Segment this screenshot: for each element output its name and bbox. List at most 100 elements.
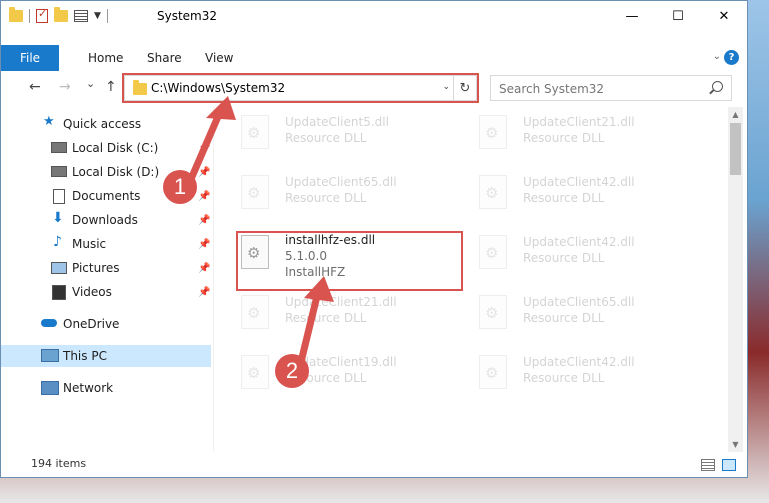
- vertical-scrollbar[interactable]: ▲ ▼: [728, 107, 743, 452]
- file-name: installhfz-es.dll: [285, 233, 376, 247]
- pictures-icon: [51, 262, 67, 274]
- address-path[interactable]: C:\Windows\System32: [151, 81, 285, 95]
- list-item[interactable]: UpdateClient21.dll Resource DLL: [461, 107, 683, 159]
- cloud-icon: [41, 319, 57, 327]
- pc-icon: [41, 349, 59, 362]
- sidebar-item-music[interactable]: ♪ Music 📌: [1, 233, 211, 255]
- help-icon[interactable]: ?: [724, 50, 739, 65]
- close-button[interactable]: ✕: [701, 1, 747, 31]
- sidebar-item-local-disk-c[interactable]: Local Disk (C:) 📌: [1, 137, 211, 159]
- scroll-up-icon[interactable]: ▲: [728, 107, 743, 122]
- file-description: Resource DLL: [285, 131, 367, 145]
- pin-icon[interactable]: 📌: [198, 167, 210, 178]
- details-view-icon[interactable]: [701, 459, 715, 471]
- list-item[interactable]: UpdateClient42.dll Resource DLL: [461, 167, 683, 219]
- drive-icon: [51, 142, 67, 153]
- list-item[interactable]: UpdateClient19.dll Resource DLL: [223, 347, 445, 399]
- expand-ribbon-icon[interactable]: ⌄: [713, 51, 721, 62]
- back-button[interactable]: ←: [29, 79, 41, 95]
- search-input[interactable]: [497, 79, 701, 99]
- file-name: UpdateClient42.dll: [523, 175, 635, 189]
- dll-file-icon: [479, 295, 507, 329]
- scroll-thumb[interactable]: [730, 123, 741, 175]
- item-count: 194 items: [31, 457, 87, 470]
- file-name: UpdateClient21.dll: [285, 295, 397, 309]
- tab-file[interactable]: File: [1, 45, 59, 71]
- tab-view[interactable]: View: [205, 51, 233, 65]
- pane-divider[interactable]: [213, 107, 214, 452]
- navigation-bar: ← → ⌄ ↑ C:\Windows\System32 ⌄ ↻: [1, 73, 747, 103]
- file-list: UpdateClient5.dll Resource DLL UpdateCli…: [223, 107, 728, 452]
- sidebar-item-quick-access[interactable]: ★ Quick access: [1, 113, 211, 135]
- new-folder-icon[interactable]: [54, 7, 68, 22]
- list-item[interactable]: UpdateClient42.dll Resource DLL: [461, 227, 683, 279]
- sidebar-item-label: Local Disk (D:): [72, 165, 160, 179]
- maximize-button[interactable]: ☐: [655, 1, 701, 31]
- pin-icon[interactable]: 📌: [198, 191, 210, 202]
- navigation-pane: ★ Quick access Local Disk (C:) 📌 Local D…: [1, 107, 213, 447]
- folder-icon: [133, 80, 147, 95]
- file-name: UpdateClient65.dll: [285, 175, 397, 189]
- dll-file-icon: [241, 115, 269, 149]
- sidebar-item-pictures[interactable]: Pictures 📌: [1, 257, 211, 279]
- view-toggle-icon[interactable]: [74, 10, 88, 22]
- forward-button[interactable]: →: [59, 79, 71, 95]
- address-bar[interactable]: C:\Windows\System32 ⌄ ↻: [124, 75, 477, 101]
- list-item[interactable]: UpdateClient21.dll Resource DLL: [223, 287, 445, 339]
- recent-locations-button[interactable]: ⌄: [86, 77, 95, 90]
- sidebar-item-label: Videos: [72, 285, 112, 299]
- list-item[interactable]: UpdateClient5.dll Resource DLL: [223, 107, 445, 159]
- pin-icon[interactable]: 📌: [198, 215, 210, 226]
- sidebar-item-label: Quick access: [63, 117, 142, 131]
- dll-file-icon: [479, 355, 507, 389]
- sidebar-item-network[interactable]: Network: [1, 377, 211, 399]
- pin-icon[interactable]: 📌: [198, 263, 210, 274]
- sidebar-item-label: Documents: [72, 189, 141, 203]
- list-item-installhfz[interactable]: installhfz-es.dll 5.1.0.0 InstallHFZ: [223, 227, 445, 285]
- step-1-badge: 1: [163, 170, 197, 204]
- dll-file-icon: [241, 175, 269, 209]
- address-dropdown-icon[interactable]: ⌄: [442, 82, 450, 92]
- sidebar-item-onedrive[interactable]: OneDrive: [1, 313, 211, 335]
- file-name: UpdateClient5.dll: [285, 115, 389, 129]
- videos-icon: [52, 285, 66, 300]
- large-icons-view-icon[interactable]: [722, 459, 736, 471]
- file-description: Resource DLL: [523, 131, 605, 145]
- sidebar-item-label: Downloads: [72, 213, 138, 227]
- folder-icon[interactable]: [9, 7, 23, 22]
- pin-icon[interactable]: 📌: [198, 239, 210, 250]
- file-description: Resource DLL: [285, 311, 367, 325]
- list-item[interactable]: UpdateClient65.dll Resource DLL: [223, 167, 445, 219]
- pin-icon[interactable]: 📌: [198, 287, 210, 298]
- dll-file-icon: [241, 235, 269, 269]
- sidebar-item-label: Music: [72, 237, 107, 251]
- dll-file-icon: [479, 235, 507, 269]
- status-bar: 194 items: [1, 453, 747, 477]
- list-item[interactable]: UpdateClient42.dll Resource DLL: [461, 347, 683, 399]
- properties-icon[interactable]: [36, 7, 48, 23]
- tab-share[interactable]: Share: [147, 51, 182, 65]
- dll-file-icon: [479, 175, 507, 209]
- search-icon[interactable]: [712, 81, 723, 92]
- sidebar-item-downloads[interactable]: ⬇ Downloads 📌: [1, 209, 211, 231]
- sidebar-item-this-pc[interactable]: This PC: [1, 345, 211, 367]
- pin-icon[interactable]: 📌: [198, 143, 210, 154]
- sidebar-item-label: Pictures: [72, 261, 120, 275]
- search-box[interactable]: [490, 75, 732, 101]
- file-description: Resource DLL: [285, 191, 367, 205]
- dll-file-icon: [479, 115, 507, 149]
- up-button[interactable]: ↑: [105, 79, 117, 95]
- scroll-down-icon[interactable]: ▼: [728, 437, 743, 452]
- tab-home[interactable]: Home: [88, 51, 123, 65]
- file-name: UpdateClient42.dll: [523, 235, 635, 249]
- list-item[interactable]: UpdateClient65.dll Resource DLL: [461, 287, 683, 339]
- customize-toolbar-icon[interactable]: ▼: [94, 11, 101, 21]
- dll-file-icon: [241, 355, 269, 389]
- minimize-button[interactable]: —: [609, 1, 655, 31]
- toolbar-divider: [106, 9, 108, 23]
- file-name: UpdateClient21.dll: [523, 115, 635, 129]
- downloads-icon: ⬇: [52, 210, 64, 226]
- sidebar-item-videos[interactable]: Videos 📌: [1, 281, 211, 303]
- documents-icon: [53, 189, 65, 204]
- refresh-button[interactable]: ↻: [453, 76, 476, 100]
